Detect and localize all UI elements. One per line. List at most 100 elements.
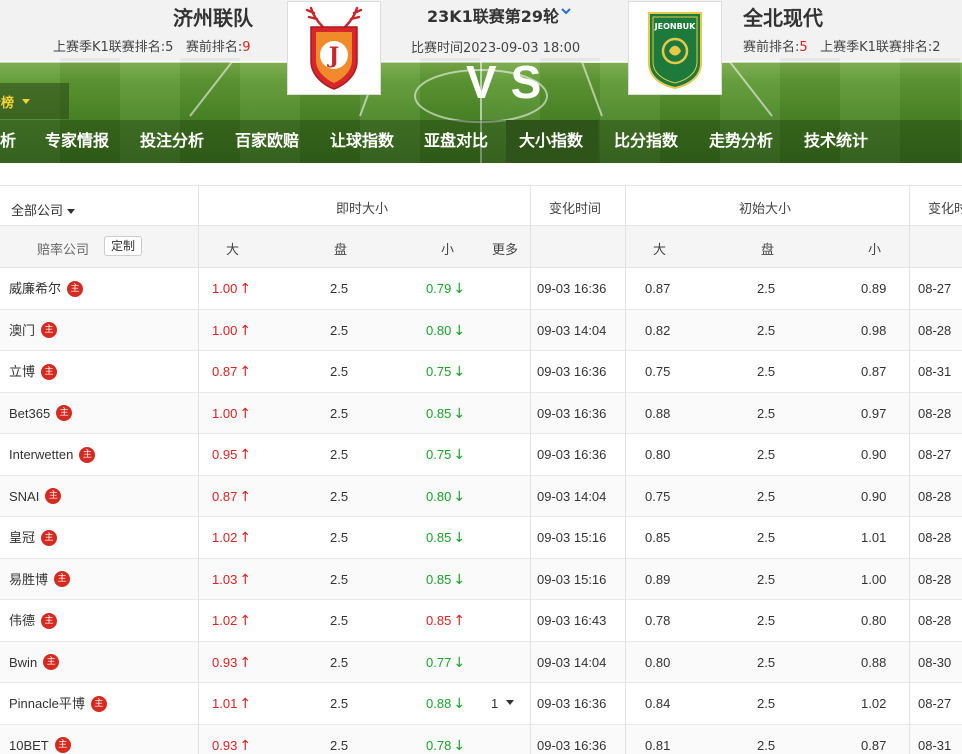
company-name[interactable]: 皇冠 [9,530,35,545]
live-over-odds[interactable]: 1.00 ↑ [212,310,251,351]
initial-line-value[interactable]: 2.5 [757,351,775,392]
company-filter-dropdown[interactable]: 全部公司 [11,200,76,219]
company-name[interactable]: Bet365 [9,406,50,421]
nav-tab-expert-info[interactable]: 专家情报 [45,120,109,163]
live-over-odds[interactable]: 1.00 ↑ [212,393,251,434]
initial-over-odds[interactable]: 0.82 [645,310,670,351]
away-team-name[interactable]: 全北现代 [743,2,823,31]
company-name-cell[interactable]: 易胜博主 [9,559,71,600]
initial-over-odds[interactable]: 0.78 [645,600,670,641]
live-over-odds[interactable]: 0.93 ↑ [212,642,251,683]
standings-tab[interactable]: 分榜 [0,83,69,119]
company-name[interactable]: Pinnacle平博 [9,696,85,711]
table-row[interactable]: 易胜博主 1.03 ↑ 2.5 0.85 ↓ 09-03 15:16 0.89 2.5 1.00 0… [0,558,962,600]
initial-line-value[interactable]: 2.5 [757,683,775,724]
live-under-odds[interactable]: 0.75 ↓ [426,351,465,392]
initial-over-odds[interactable]: 0.84 [645,683,670,724]
company-name-cell[interactable]: SNAI 主 [9,476,62,517]
initial-under-odds[interactable]: 1.02 [861,683,886,724]
customize-button[interactable]: 定制 [104,236,143,256]
company-name-cell[interactable]: Bwin 主 [9,642,60,683]
table-row[interactable]: 伟德主 1.02 ↑ 2.5 0.85 ↑ 09-03 16:43 0.78 2.5 0.80 08… [0,600,962,642]
table-row[interactable]: 立博主 0.87 ↑ 2.5 0.75 ↓ 09-03 16:36 0.75 2.5 0.87 08… [0,351,962,393]
initial-line-value[interactable]: 2.5 [757,559,775,600]
nav-tab-betting-analysis[interactable]: 投注分析 [140,120,204,163]
live-line-value[interactable]: 2.5 [330,725,348,754]
live-over-odds[interactable]: 0.87 ↑ [212,351,251,392]
initial-line-value[interactable]: 2.5 [757,393,775,434]
live-under-odds[interactable]: 0.80 ↓ [426,310,465,351]
home-team-name[interactable]: 济州联队 [173,2,253,31]
live-line-value[interactable]: 2.5 [330,476,348,517]
initial-over-odds[interactable]: 0.80 [645,434,670,475]
nav-tab-analysis[interactable]: 析 [0,120,30,163]
live-under-odds[interactable]: 0.77 ↓ [426,642,465,683]
more-lines-dropdown[interactable]: 1 [491,683,515,724]
company-name[interactable]: Bwin [9,655,37,670]
live-line-value[interactable]: 2.5 [330,642,348,683]
live-line-value[interactable]: 2.5 [330,434,348,475]
company-name-cell[interactable]: 10BET 主 [9,725,71,754]
initial-line-value[interactable]: 2.5 [757,642,775,683]
initial-under-odds[interactable]: 0.97 [861,393,886,434]
initial-over-odds[interactable]: 0.80 [645,642,670,683]
company-name[interactable]: 易胜博 [9,572,48,587]
live-line-value[interactable]: 2.5 [330,268,348,309]
live-line-value[interactable]: 2.5 [330,683,348,724]
live-over-odds[interactable]: 0.95 ↑ [212,434,251,475]
initial-over-odds[interactable]: 0.75 [645,476,670,517]
table-row[interactable]: 澳门主 1.00 ↑ 2.5 0.80 ↓ 09-03 14:04 0.82 2.5 0.98 08… [0,309,962,351]
initial-over-odds[interactable]: 0.81 [645,725,670,754]
initial-over-odds[interactable]: 0.89 [645,559,670,600]
table-row[interactable]: Bwin 主 0.93 ↑ 2.5 0.77 ↓ 09-03 14:04 0.80 2.5 0.88… [0,641,962,683]
chevron-down-icon[interactable] [560,3,572,19]
company-name[interactable]: 威廉希尔 [9,281,61,296]
live-under-odds[interactable]: 0.80 ↓ [426,476,465,517]
company-name[interactable]: SNAI [9,489,39,504]
initial-line-value[interactable]: 2.5 [757,268,775,309]
live-over-odds[interactable]: 1.02 ↑ [212,600,251,641]
home-team-logo[interactable]: J [287,1,381,95]
nav-tab-asian-compare[interactable]: 亚盘对比 [424,120,488,163]
live-under-odds[interactable]: 0.85 ↓ [426,517,465,558]
table-row[interactable]: SNAI 主 0.87 ↑ 2.5 0.80 ↓ 09-03 14:04 0.75 2.5 0.90… [0,475,962,517]
initial-under-odds[interactable]: 0.80 [861,600,886,641]
initial-under-odds[interactable]: 0.98 [861,310,886,351]
live-over-odds[interactable]: 0.87 ↑ [212,476,251,517]
live-line-value[interactable]: 2.5 [330,517,348,558]
initial-under-odds[interactable]: 0.89 [861,268,886,309]
company-name-cell[interactable]: 威廉希尔主 [9,268,84,309]
live-line-value[interactable]: 2.5 [330,600,348,641]
live-line-value[interactable]: 2.5 [330,559,348,600]
nav-tab-tech-stats[interactable]: 技术统计 [804,120,868,163]
live-under-odds[interactable]: 0.79 ↓ [426,268,465,309]
company-name[interactable]: 澳门 [9,323,35,338]
initial-over-odds[interactable]: 0.75 [645,351,670,392]
company-name[interactable]: Interwetten [9,447,73,462]
league-round-title[interactable]: 23K1联赛第29轮 [427,3,559,27]
live-under-odds[interactable]: 0.85 ↓ [426,559,465,600]
initial-line-value[interactable]: 2.5 [757,725,775,754]
initial-line-value[interactable]: 2.5 [757,310,775,351]
company-name[interactable]: 伟德 [9,613,35,628]
live-under-odds[interactable]: 0.85 ↑ [426,600,465,641]
live-over-odds[interactable]: 1.00 ↑ [212,268,251,309]
initial-under-odds[interactable]: 1.00 [861,559,886,600]
nav-tab-over-under[interactable]: 大小指数 [506,120,598,163]
table-row[interactable]: 10BET 主 0.93 ↑ 2.5 0.78 ↓ 09-03 16:36 0.81 2.5 0.8… [0,724,962,754]
initial-under-odds[interactable]: 0.87 [861,725,886,754]
company-name-cell[interactable]: Pinnacle平博主 [9,683,107,724]
nav-tab-trend-analysis[interactable]: 走势分析 [709,120,773,163]
company-name-cell[interactable]: Bet365 主 [9,393,73,434]
live-under-odds[interactable]: 0.78 ↓ [426,725,465,754]
initial-under-odds[interactable]: 0.88 [861,642,886,683]
initial-under-odds[interactable]: 0.87 [861,351,886,392]
initial-under-odds[interactable]: 0.90 [861,434,886,475]
company-name[interactable]: 立博 [9,364,35,379]
live-line-value[interactable]: 2.5 [330,310,348,351]
table-row[interactable]: 皇冠主 1.02 ↑ 2.5 0.85 ↓ 09-03 15:16 0.85 2.5 1.01 08… [0,517,962,559]
live-under-odds[interactable]: 0.88 ↓ [426,683,465,724]
initial-line-value[interactable]: 2.5 [757,434,775,475]
nav-tab-european-odds[interactable]: 百家欧赔 [235,120,299,163]
initial-line-value[interactable]: 2.5 [757,476,775,517]
